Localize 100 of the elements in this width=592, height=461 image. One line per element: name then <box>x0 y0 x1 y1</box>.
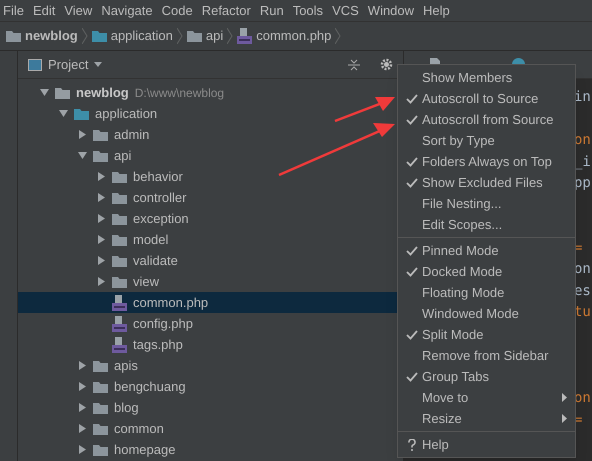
menu-bar-item[interactable]: Navigate <box>101 0 153 20</box>
menu-item-label: Show Excluded Files <box>422 174 544 192</box>
collapsed-arrow-icon[interactable] <box>78 382 87 391</box>
code-line: in <box>574 88 592 107</box>
php-file-icon <box>112 336 127 352</box>
checkmark-icon <box>406 246 418 256</box>
menu-bar-item[interactable]: Tools <box>292 0 324 20</box>
tree-label: view <box>133 272 160 291</box>
breadcrumb-item[interactable]: api <box>206 26 224 46</box>
collapsed-arrow-icon[interactable] <box>97 235 106 244</box>
menu-bar-item[interactable]: Run <box>260 0 284 20</box>
menu-item-label: Help <box>422 436 450 454</box>
menu-item-label: Folders Always on Top <box>422 152 553 171</box>
expanded-arrow-icon[interactable] <box>78 151 87 160</box>
chevron-icon <box>335 28 342 44</box>
breadcrumb-item[interactable]: common.php <box>256 26 332 46</box>
collapsed-arrow-icon[interactable] <box>97 172 106 181</box>
collapsed-arrow-icon[interactable] <box>78 361 87 370</box>
tree-label: common <box>114 420 164 438</box>
menu-item-label: Docked Mode <box>422 262 504 281</box>
folder-icon <box>112 276 127 288</box>
submenu-arrow-icon <box>562 393 567 402</box>
tree-label: homepage <box>114 440 176 459</box>
submenu-arrow-icon <box>562 414 567 423</box>
project-window-icon <box>28 58 42 70</box>
folder-icon <box>186 30 202 42</box>
checkmark-icon <box>406 178 418 188</box>
project-path: D:\www\newblog <box>134 84 224 102</box>
tree-label: bengchuang <box>114 378 186 396</box>
tree-label: behavior <box>133 168 183 186</box>
folder-icon <box>6 30 21 42</box>
collapse-all-icon[interactable] <box>348 58 360 70</box>
menu-item-label: Split Mode <box>422 326 484 344</box>
menu-item-label: Pinned Mode <box>422 242 500 260</box>
collapsed-arrow-icon[interactable] <box>97 214 106 223</box>
tree-label: model <box>133 230 168 249</box>
folder-icon <box>93 150 108 162</box>
folder-icon <box>93 360 108 372</box>
checkmark-icon <box>406 266 418 276</box>
tree-label: admin <box>114 126 150 144</box>
tree-label: controller <box>133 188 186 207</box>
menu-bar-item[interactable]: File <box>3 0 24 20</box>
dropdown-caret-icon[interactable] <box>94 62 102 67</box>
menu-bar-item[interactable]: View <box>64 0 92 20</box>
php-file-icon <box>237 28 252 44</box>
folder-icon <box>93 422 108 434</box>
menu-item-label: Remove from Sidebar <box>422 346 550 365</box>
checkmark-icon <box>406 330 418 340</box>
menu-item-label: Autoscroll from Source <box>422 110 554 129</box>
collapsed-arrow-icon[interactable] <box>97 277 106 286</box>
checkmark-icon <box>406 114 418 124</box>
menu-bar-item[interactable]: Window <box>368 0 414 20</box>
expanded-arrow-icon[interactable] <box>40 88 49 97</box>
menu-bar-item[interactable]: Edit <box>32 0 56 20</box>
folder-icon <box>74 108 89 120</box>
folder-icon <box>93 444 108 456</box>
chevron-icon <box>176 28 183 44</box>
menu-item-label: Sort by Type <box>422 132 496 150</box>
menu-item-label: Resize <box>422 410 463 428</box>
folder-icon <box>112 234 127 246</box>
tree-label: validate <box>133 252 178 270</box>
checkmark-icon <box>406 156 418 166</box>
menu-bar-item[interactable]: Refactor <box>202 0 251 20</box>
menu-item-label: Autoscroll to Source <box>422 90 540 108</box>
collapsed-arrow-icon[interactable] <box>78 424 87 433</box>
menu-item-label: File Nesting... <box>422 194 502 213</box>
tree-label: common.php <box>133 294 208 312</box>
checkmark-icon <box>406 372 418 382</box>
settings-icon[interactable] <box>380 58 393 71</box>
tree-label: exception <box>133 210 189 228</box>
collapsed-arrow-icon[interactable] <box>78 445 87 454</box>
menu-bar-item[interactable]: Help <box>423 0 450 20</box>
folder-icon <box>112 192 127 204</box>
menu-bar-item[interactable]: Code <box>162 0 193 20</box>
collapsed-arrow-icon[interactable] <box>97 256 106 265</box>
collapsed-arrow-icon[interactable] <box>78 403 87 412</box>
breadcrumb-item[interactable]: application <box>110 26 173 46</box>
tree-label: application <box>95 104 158 123</box>
tree-label: newblog <box>76 84 129 102</box>
panel-title[interactable]: Project <box>48 54 88 74</box>
folder-icon <box>112 212 127 224</box>
menu-bar-item[interactable]: VCS <box>332 0 359 20</box>
menu-item-label: Windowed Mode <box>422 304 520 323</box>
breadcrumb-item[interactable]: newblog <box>25 26 78 46</box>
menu-item-label: Edit Scopes... <box>422 216 504 234</box>
chevron-icon <box>227 28 234 44</box>
php-file-icon <box>112 294 127 310</box>
folder-icon <box>93 402 108 414</box>
folder-icon <box>93 128 108 140</box>
folder-icon <box>112 254 127 266</box>
expanded-arrow-icon[interactable] <box>59 109 68 118</box>
tree-label: blog <box>114 398 139 417</box>
collapsed-arrow-icon[interactable] <box>97 193 106 202</box>
menu-item-label: Group Tabs <box>422 368 490 386</box>
checkmark-icon <box>406 94 418 104</box>
folder-icon <box>55 86 70 98</box>
menu-item-label: Move to <box>422 388 470 407</box>
code-line: _i <box>574 152 592 172</box>
folder-icon <box>92 30 107 42</box>
collapsed-arrow-icon[interactable] <box>78 130 87 139</box>
